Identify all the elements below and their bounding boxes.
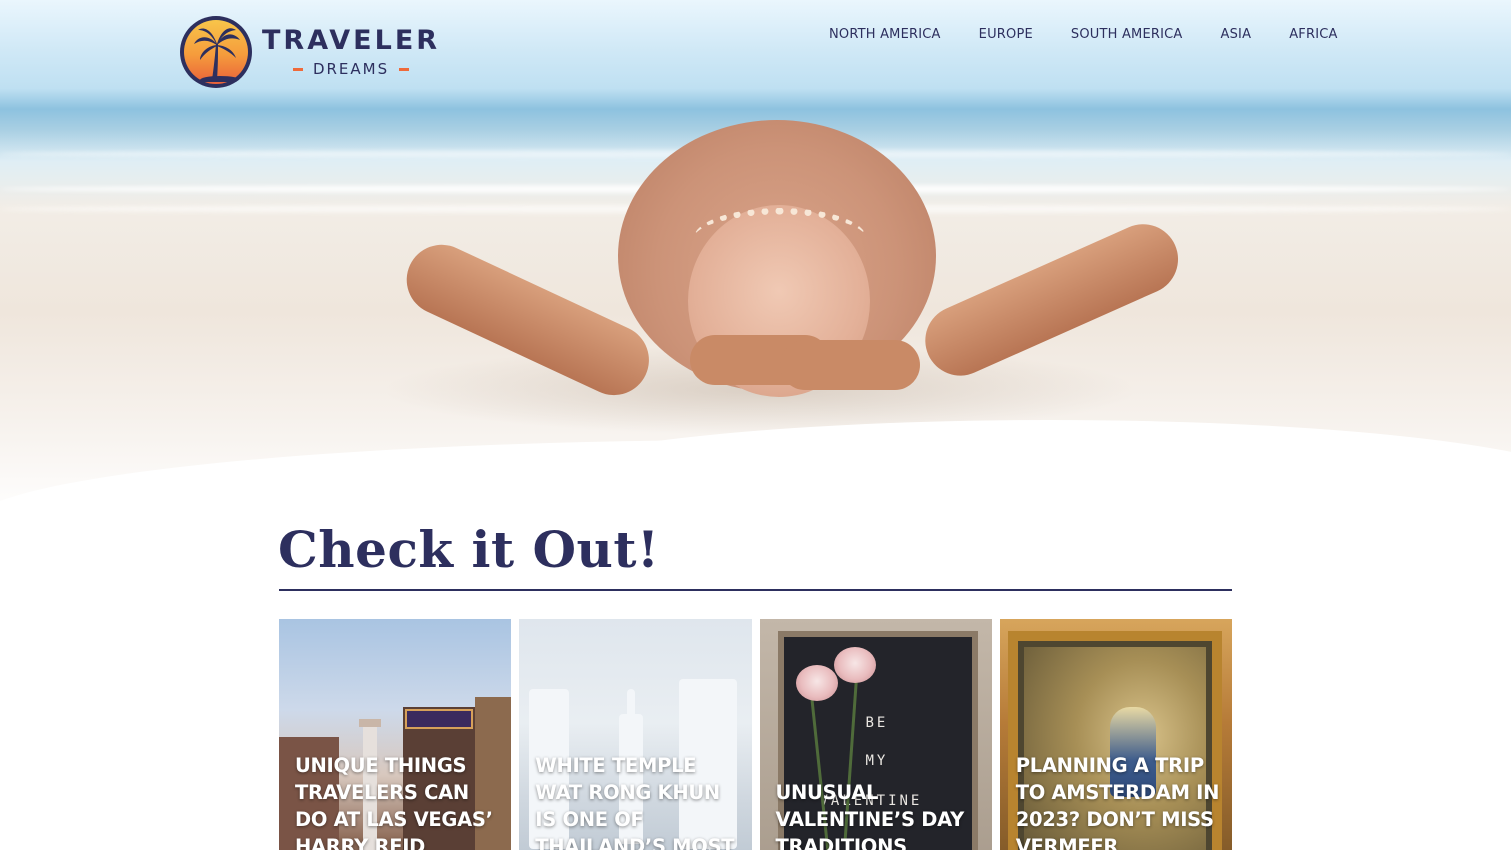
main-nav: NORTH AMERICA EUROPE SOUTH AMERICA ASIA … (810, 24, 1338, 46)
article-title: PLANNING A TRIP TO AMSTERDAM IN 2023? DO… (1015, 754, 1220, 850)
brand-title: TRAVELER (262, 25, 441, 56)
nav-item-africa[interactable]: AFRICA (1289, 24, 1337, 46)
site-logo[interactable]: TRAVELER DREAMS (180, 15, 440, 89)
letterboard-line-2: MY (865, 753, 889, 769)
section-title: Check it Out! (278, 520, 660, 579)
article-title: WHITE TEMPLE WAT RONG KHUN IS ONE OF THA… (535, 754, 735, 850)
article-card-white-temple[interactable]: WHITE TEMPLE WAT RONG KHUN IS ONE OF THA… (519, 619, 752, 850)
palm-tree-sunset-icon (180, 16, 252, 88)
brand-subtitle: DREAMS (312, 60, 390, 78)
logo-dash-right (399, 67, 410, 71)
article-card-amsterdam[interactable]: PLANNING A TRIP TO AMSTERDAM IN 2023? DO… (999, 619, 1232, 850)
article-title: UNUSUAL VALENTINE’S DAY TRADITIONS (775, 781, 965, 850)
nav-item-asia[interactable]: ASIA (1221, 24, 1252, 46)
logo-dash-left (292, 67, 303, 71)
rose-decoration (795, 665, 838, 701)
nav-item-north-america[interactable]: NORTH AMERICA (829, 24, 941, 46)
section-divider (279, 589, 1232, 591)
nav-item-europe[interactable]: EUROPE (979, 24, 1033, 46)
article-cards: UNIQUE THINGS TRAVELERS CAN DO AT LAS VE… (279, 619, 1232, 850)
rose-decoration (833, 647, 876, 683)
nav-item-south-america[interactable]: SOUTH AMERICA (1071, 24, 1183, 46)
article-card-valentines[interactable]: BE MY VALENTINE UNUSUAL VALENTINE’S DAY … (759, 619, 992, 850)
article-card-las-vegas[interactable]: UNIQUE THINGS TRAVELERS CAN DO AT LAS VE… (279, 619, 512, 850)
article-title: UNIQUE THINGS TRAVELERS CAN DO AT LAS VE… (295, 754, 493, 850)
letterboard-line-1: BE (865, 715, 889, 731)
